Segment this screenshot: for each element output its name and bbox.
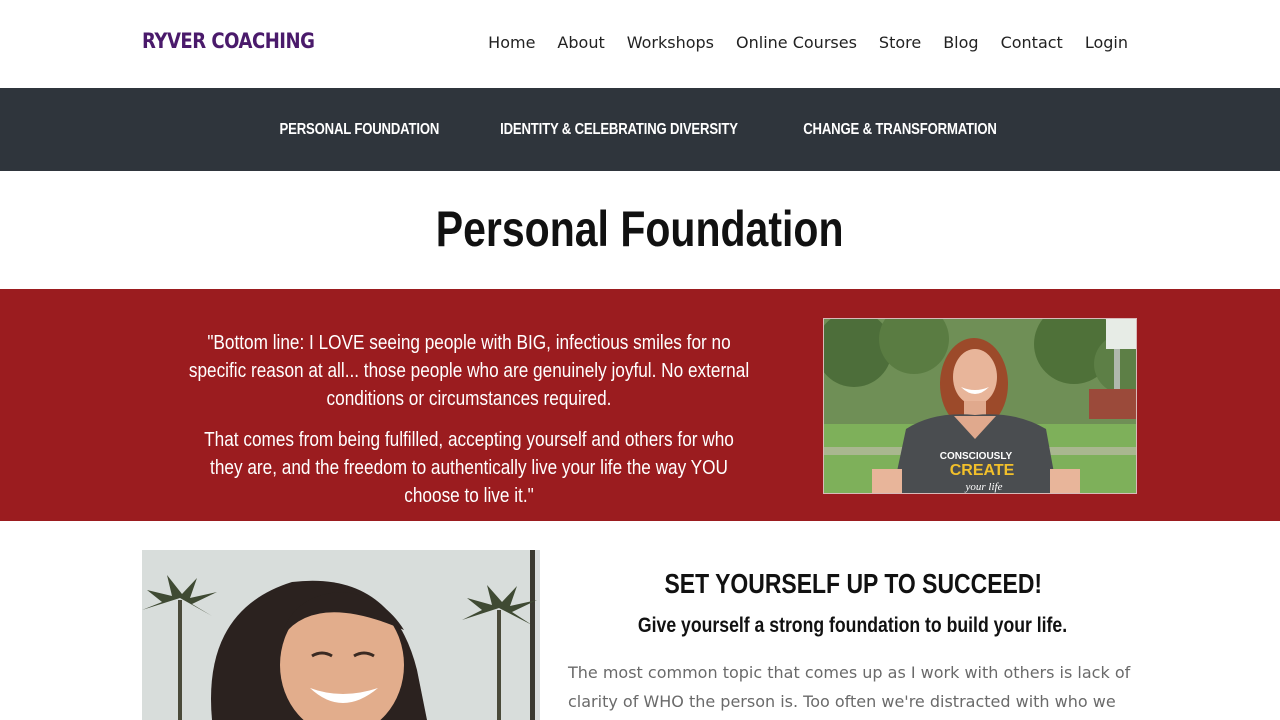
intro-section: SET YOURSELF UP TO SUCCEED! Give yoursel… bbox=[568, 568, 1138, 720]
nav-online-courses[interactable]: Online Courses bbox=[736, 33, 857, 52]
coach-photo: CONSCIOUSLY CREATE your life bbox=[823, 318, 1137, 494]
quote-banner: "Bottom line: I LOVE seeing people with … bbox=[0, 289, 1280, 521]
site-logo[interactable]: RYVER COACHING bbox=[142, 29, 315, 53]
section-heading: SET YOURSELF UP TO SUCCEED! bbox=[664, 568, 1042, 599]
quote-text: "Bottom line: I LOVE seeing people with … bbox=[142, 329, 796, 523]
nav-blog[interactable]: Blog bbox=[943, 33, 978, 52]
subnav-personal-foundation[interactable]: PERSONAL FOUNDATION bbox=[279, 121, 439, 139]
main-nav: Home About Workshops Online Courses Stor… bbox=[466, 33, 1128, 52]
category-nav: PERSONAL FOUNDATION IDENTITY & CELEBRATI… bbox=[0, 88, 1280, 171]
section-body-text: The most common topic that comes up as I… bbox=[568, 663, 1131, 711]
coach-photo-illustration: CONSCIOUSLY CREATE your life bbox=[824, 319, 1136, 493]
page-title: Personal Foundation bbox=[436, 201, 844, 257]
quote-paragraph-1: "Bottom line: I LOVE seeing people with … bbox=[188, 332, 750, 410]
shirt-text-1: CONSCIOUSLY bbox=[940, 451, 1013, 462]
nav-about[interactable]: About bbox=[557, 33, 604, 52]
shirt-text-2: CREATE bbox=[950, 462, 1015, 479]
subnav-change-transformation[interactable]: CHANGE & TRANSFORMATION bbox=[804, 121, 998, 139]
nav-workshops[interactable]: Workshops bbox=[627, 33, 714, 52]
nav-contact[interactable]: Contact bbox=[1001, 33, 1063, 52]
section-subheading: Give yourself a strong foundation to bui… bbox=[638, 614, 1068, 637]
subnav-identity-diversity[interactable]: IDENTITY & CELEBRATING DIVERSITY bbox=[500, 121, 738, 139]
nav-store[interactable]: Store bbox=[879, 33, 921, 52]
quote-paragraph-2: That comes from being fulfilled, accepti… bbox=[204, 429, 734, 507]
smiling-woman-photo bbox=[142, 550, 540, 720]
shirt-text-3: your life bbox=[965, 481, 1003, 493]
nav-home[interactable]: Home bbox=[488, 33, 535, 52]
site-header: RYVER COACHING Home About Workshops Onli… bbox=[0, 0, 1280, 88]
nav-login[interactable]: Login bbox=[1085, 33, 1128, 52]
smiling-woman-illustration bbox=[142, 550, 540, 720]
